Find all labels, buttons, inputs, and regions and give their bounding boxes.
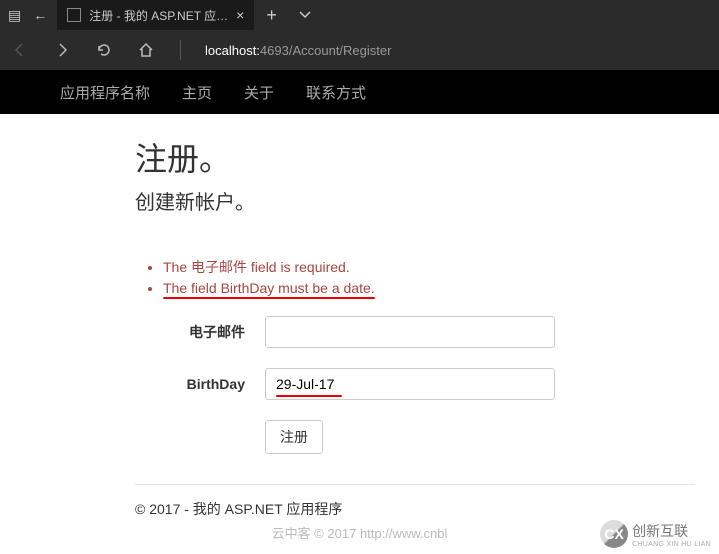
register-button[interactable]: 注册 xyxy=(265,420,323,454)
back-history-icon[interactable]: ← xyxy=(33,7,47,23)
browser-tab[interactable]: 注册 - 我的 ASP.NET 应… × xyxy=(57,0,254,30)
page-content: 注册。 创建新帐户。 The 电子邮件 field is required. T… xyxy=(0,114,719,519)
validation-error: The 电子邮件 field is required. xyxy=(163,257,719,277)
window-titlebar: ▤ ← 注册 - 我的 ASP.NET 应… × + xyxy=(0,0,719,30)
hub-icon[interactable]: ▤ xyxy=(8,7,21,24)
app-navbar: 应用程序名称 主页 关于 联系方式 xyxy=(0,70,719,114)
tab-title: 注册 - 我的 ASP.NET 应… xyxy=(89,7,228,24)
url-path: 4693/Account/Register xyxy=(260,43,392,58)
validation-summary: The 电子邮件 field is required. The field Bi… xyxy=(149,257,719,296)
refresh-button[interactable] xyxy=(94,40,114,60)
close-tab-icon[interactable]: × xyxy=(236,7,244,23)
validation-error: The field BirthDay must be a date. xyxy=(163,280,719,296)
page-title: 注册。 xyxy=(135,134,719,180)
footer-divider xyxy=(135,484,695,485)
new-tab-button[interactable]: + xyxy=(254,5,289,26)
urlbar-separator xyxy=(180,40,181,60)
birthday-label: BirthDay xyxy=(135,376,265,392)
watermark-text: 创新互联 CHUANG XIN HU LIAN xyxy=(632,521,711,548)
nav-home[interactable]: 主页 xyxy=(182,82,212,103)
url-bar: localhost:4693/Account/Register xyxy=(0,30,719,70)
watermark-brand-cn: 创新互联 xyxy=(632,521,711,541)
forward-button[interactable] xyxy=(52,40,72,60)
footer-text: © 2017 - 我的 ASP.NET 应用程序 xyxy=(135,499,719,519)
watermark-logo-icon: CX xyxy=(600,520,628,548)
home-button[interactable] xyxy=(136,40,156,60)
tab-dropdown-icon[interactable] xyxy=(289,7,321,23)
back-button[interactable] xyxy=(10,40,30,60)
nav-contact[interactable]: 联系方式 xyxy=(306,82,366,103)
url-host: localhost: xyxy=(205,43,260,58)
email-label: 电子邮件 xyxy=(135,322,265,342)
error-underline-annotation xyxy=(276,395,342,397)
watermark-brand-en: CHUANG XIN HU LIAN xyxy=(632,541,711,548)
app-brand[interactable]: 应用程序名称 xyxy=(60,82,150,103)
nav-about[interactable]: 关于 xyxy=(244,82,274,103)
page-icon xyxy=(67,8,81,22)
form-row-birthday: BirthDay xyxy=(135,368,719,400)
titlebar-left: ▤ ← xyxy=(0,7,47,24)
email-field[interactable] xyxy=(265,316,555,348)
address-field[interactable]: localhost:4693/Account/Register xyxy=(205,43,391,58)
watermark: CX 创新互联 CHUANG XIN HU LIAN xyxy=(600,520,711,548)
form-row-email: 电子邮件 xyxy=(135,316,719,348)
page-subtitle: 创建新帐户。 xyxy=(135,186,719,215)
birthday-input-wrap xyxy=(265,368,555,400)
